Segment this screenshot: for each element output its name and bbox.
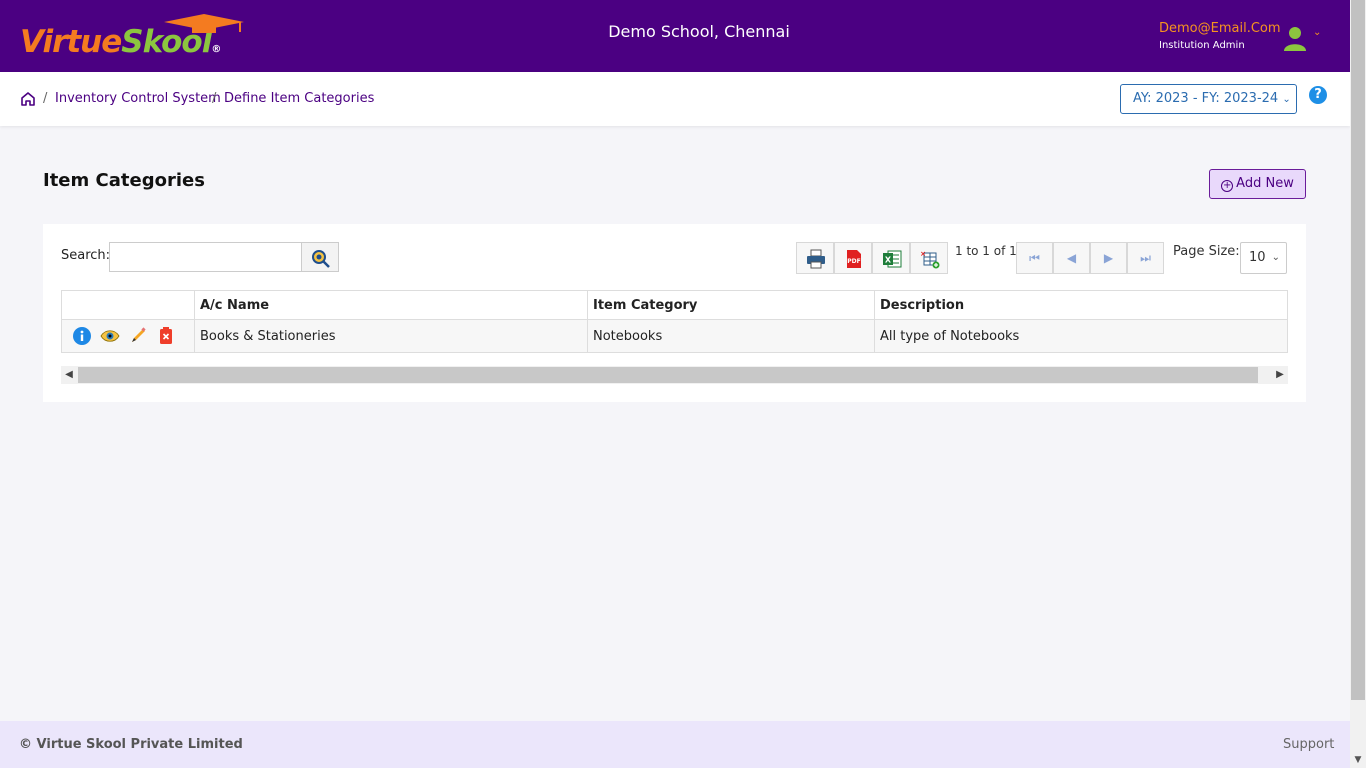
vertical-scrollbar[interactable]: ▼: [1350, 0, 1366, 768]
item-categories-table: A/c Name Item Category Description Books…: [61, 290, 1288, 353]
column-header-actions: [61, 290, 195, 320]
svg-text:×: ×: [920, 250, 926, 258]
page-size-select[interactable]: 10 ⌄: [1240, 242, 1287, 274]
info-icon[interactable]: [72, 326, 92, 346]
first-page-icon: ⏮: [1029, 251, 1040, 265]
search-label: Search:: [61, 248, 111, 263]
top-header: VirtueSkool® Demo School, Chennai Demo@E…: [0, 0, 1350, 72]
table-columns-icon: ×: [920, 250, 940, 269]
search-button[interactable]: [301, 242, 339, 272]
scroll-down-arrow-icon[interactable]: ▼: [1350, 752, 1366, 768]
academic-year-dropdown[interactable]: AY: 2023 - FY: 2023-24 ⌄: [1120, 84, 1297, 114]
last-page-button[interactable]: ⏭: [1127, 242, 1164, 274]
scrollbar-thumb[interactable]: [1351, 0, 1365, 700]
page-size-label: Page Size:: [1173, 244, 1240, 259]
grid-card: Search: PDF X × 1 to 1 of 1 ⏮ ◀ ▶ ⏭ Page…: [43, 224, 1306, 402]
chevron-down-icon: ⌄: [1282, 94, 1291, 105]
breadcrumb-separator: /: [212, 91, 217, 106]
user-avatar-icon[interactable]: [1282, 25, 1308, 51]
breadcrumb-separator: /: [43, 91, 48, 106]
breadcrumb-item-categories[interactable]: Define Item Categories: [224, 91, 374, 106]
pdf-icon: PDF: [847, 250, 861, 268]
export-pdf-button[interactable]: PDF: [834, 242, 872, 274]
print-button[interactable]: [796, 242, 834, 274]
search-input[interactable]: [109, 242, 302, 272]
chevron-down-icon[interactable]: ⌄: [1313, 27, 1321, 38]
svg-text:X: X: [885, 256, 892, 265]
excel-icon: X: [883, 250, 902, 268]
footer: © Virtue Skool Private Limited Support: [0, 721, 1350, 768]
last-page-icon: ⏭: [1140, 251, 1151, 265]
next-page-button[interactable]: ▶: [1090, 242, 1127, 274]
search-icon: [312, 250, 330, 268]
page-title: Item Categories: [43, 170, 205, 191]
export-excel-button[interactable]: X: [872, 242, 910, 274]
table-header-row: A/c Name Item Category Description: [61, 290, 1288, 320]
printer-icon: [807, 249, 825, 269]
pager-info: 1 to 1 of 1: [955, 244, 1017, 258]
add-new-button[interactable]: + Add New: [1209, 169, 1306, 199]
user-email[interactable]: Demo@Email.Com: [1159, 21, 1281, 36]
cell-item-category: Notebooks: [587, 319, 875, 353]
breadcrumb: / Inventory Control System / Define Item…: [0, 72, 1350, 126]
previous-page-button[interactable]: ◀: [1053, 242, 1090, 274]
plus-circle-icon: +: [1221, 180, 1234, 192]
first-page-button[interactable]: ⏮: [1016, 242, 1053, 274]
row-actions: [61, 319, 195, 353]
column-chooser-button[interactable]: ×: [910, 242, 948, 274]
cell-description: All type of Notebooks: [874, 319, 1288, 353]
support-link[interactable]: Support: [1283, 737, 1334, 752]
home-icon[interactable]: [20, 91, 36, 107]
chevron-down-icon: ⌄: [1271, 252, 1280, 263]
column-header-description[interactable]: Description: [874, 290, 1288, 320]
column-header-item-category[interactable]: Item Category: [587, 290, 875, 320]
help-icon[interactable]: ?: [1309, 86, 1327, 104]
edit-pencil-icon[interactable]: [128, 326, 148, 346]
svg-text:PDF: PDF: [847, 258, 860, 265]
horizontal-scrollbar[interactable]: ◀ ▶: [61, 366, 1288, 384]
user-role: Institution Admin: [1159, 40, 1245, 51]
view-eye-icon[interactable]: [100, 326, 120, 346]
next-page-icon: ▶: [1103, 251, 1114, 265]
scroll-right-arrow-icon[interactable]: ▶: [1272, 366, 1288, 384]
previous-page-icon: ◀: [1066, 251, 1077, 265]
column-header-ac-name[interactable]: A/c Name: [194, 290, 588, 320]
scrollbar-thumb[interactable]: [78, 367, 1258, 383]
cell-ac-name: Books & Stationeries: [194, 319, 588, 353]
breadcrumb-inventory[interactable]: Inventory Control System: [55, 91, 221, 106]
copyright-text: © Virtue Skool Private Limited: [19, 737, 243, 752]
scroll-left-arrow-icon[interactable]: ◀: [61, 366, 77, 384]
delete-icon[interactable]: [156, 326, 176, 346]
table-row: Books & Stationeries Notebooks All type …: [61, 319, 1288, 353]
